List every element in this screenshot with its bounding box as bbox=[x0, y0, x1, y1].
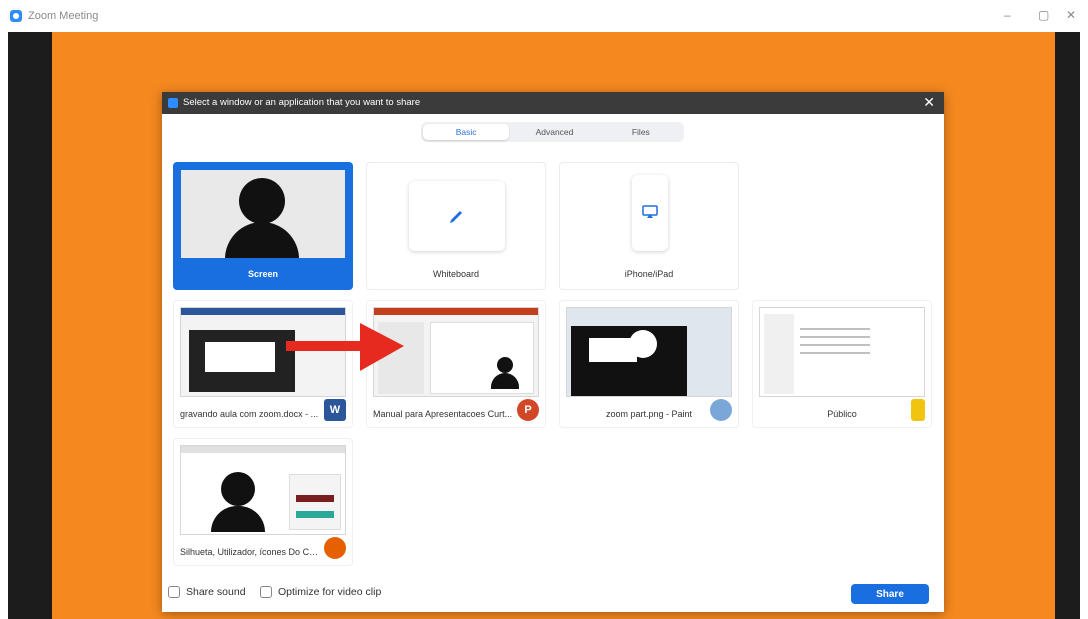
dialog-title: Select a window or an application that y… bbox=[183, 97, 421, 108]
word-icon: W bbox=[324, 399, 346, 421]
share-dialog: Select a window or an application that y… bbox=[162, 92, 944, 612]
tile-label-firefox: Silhueta, Utilizador, ícones Do Co... bbox=[180, 547, 320, 557]
share-tabs: Basic Advanced Files bbox=[421, 122, 684, 142]
paint-icon bbox=[710, 399, 732, 421]
thumbnail-side-panel bbox=[289, 474, 341, 530]
pencil-icon bbox=[450, 211, 462, 223]
tile-label-folder: Público bbox=[827, 409, 857, 419]
share-sound-checkbox[interactable] bbox=[168, 586, 180, 598]
app-title: Zoom Meeting bbox=[28, 10, 99, 22]
thumbnail-slide bbox=[430, 322, 534, 394]
silhouette-body-icon bbox=[211, 506, 265, 532]
share-sound-option[interactable]: Share sound bbox=[168, 586, 246, 598]
video-letterbox-right bbox=[1055, 32, 1080, 619]
app-titlebar: Zoom Meeting – ▢ ✕ bbox=[0, 0, 1088, 32]
thumbnail-row bbox=[800, 352, 870, 354]
thumbnail-titlebar bbox=[181, 446, 345, 453]
share-sound-label: Share sound bbox=[186, 586, 246, 598]
thumbnail-sidebar bbox=[764, 314, 794, 394]
share-tile-window-firefox[interactable]: Silhueta, Utilizador, ícones Do Co... bbox=[173, 438, 353, 566]
thumbnail-row bbox=[800, 328, 870, 330]
zoom-dialog-icon bbox=[168, 98, 178, 108]
silhouette-head-icon bbox=[497, 357, 513, 373]
optimize-video-option[interactable]: Optimize for video clip bbox=[260, 586, 381, 598]
tab-advanced[interactable]: Advanced bbox=[511, 122, 597, 142]
powerpoint-icon: P bbox=[517, 399, 539, 421]
tile-label-powerpoint: Manual para Apresentacoes Curt... bbox=[373, 409, 513, 419]
thumbnail-titlebar bbox=[181, 308, 345, 315]
phone-card bbox=[632, 175, 668, 251]
thumbnail-row bbox=[800, 336, 870, 338]
zoom-logo-icon bbox=[10, 10, 22, 22]
share-tile-screen[interactable]: Screen bbox=[173, 162, 353, 290]
video-letterbox-left bbox=[8, 32, 52, 619]
shared-stage: Select a window or an application that y… bbox=[0, 32, 1088, 619]
dialog-titlebar: Select a window or an application that y… bbox=[162, 92, 944, 114]
share-tile-whiteboard[interactable]: Whiteboard bbox=[366, 162, 546, 290]
airplay-icon bbox=[642, 205, 658, 218]
thumbnail-button bbox=[296, 511, 334, 518]
share-tile-window-folder[interactable]: Público bbox=[752, 300, 932, 428]
window-thumbnail bbox=[180, 445, 346, 535]
red-arrow-annotation bbox=[286, 323, 404, 371]
whiteboard-card bbox=[409, 181, 505, 251]
silhouette-body-icon bbox=[225, 222, 299, 258]
optimize-video-checkbox[interactable] bbox=[260, 586, 272, 598]
tab-basic[interactable]: Basic bbox=[423, 124, 510, 140]
tile-label-screen: Screen bbox=[247, 269, 279, 279]
share-button[interactable]: Share bbox=[851, 584, 929, 604]
share-tile-window-paint[interactable]: zoom part.png - Paint bbox=[559, 300, 739, 428]
window-thumbnail bbox=[566, 307, 732, 397]
dialog-close-button[interactable]: ✕ bbox=[923, 94, 935, 111]
tile-label-word: gravando aula com zoom.docx - ... bbox=[180, 409, 319, 419]
tile-label-iphone-ipad: iPhone/iPad bbox=[624, 269, 674, 279]
thumbnail-row bbox=[800, 344, 870, 346]
folder-icon bbox=[911, 399, 925, 421]
tile-label-whiteboard: Whiteboard bbox=[432, 269, 480, 279]
app-close-button[interactable]: ✕ bbox=[1066, 8, 1076, 22]
silhouette-head-icon bbox=[221, 472, 255, 506]
window-thumbnail bbox=[759, 307, 925, 397]
thumbnail-titlebar bbox=[374, 308, 538, 315]
silhouette-head-icon bbox=[239, 178, 285, 224]
minimize-button[interactable]: – bbox=[1004, 8, 1011, 22]
firefox-icon bbox=[324, 537, 346, 559]
thumbnail-head-outline bbox=[629, 330, 657, 358]
restore-button[interactable]: ▢ bbox=[1038, 8, 1049, 22]
thumbnail-button bbox=[296, 495, 334, 502]
tab-files[interactable]: Files bbox=[598, 122, 684, 142]
optimize-video-label: Optimize for video clip bbox=[278, 586, 382, 598]
silhouette-body-icon bbox=[491, 373, 519, 389]
share-tile-iphone-ipad[interactable]: iPhone/iPad bbox=[559, 162, 739, 290]
screen-thumbnail bbox=[180, 169, 346, 259]
thumbnail-slide bbox=[205, 342, 275, 372]
